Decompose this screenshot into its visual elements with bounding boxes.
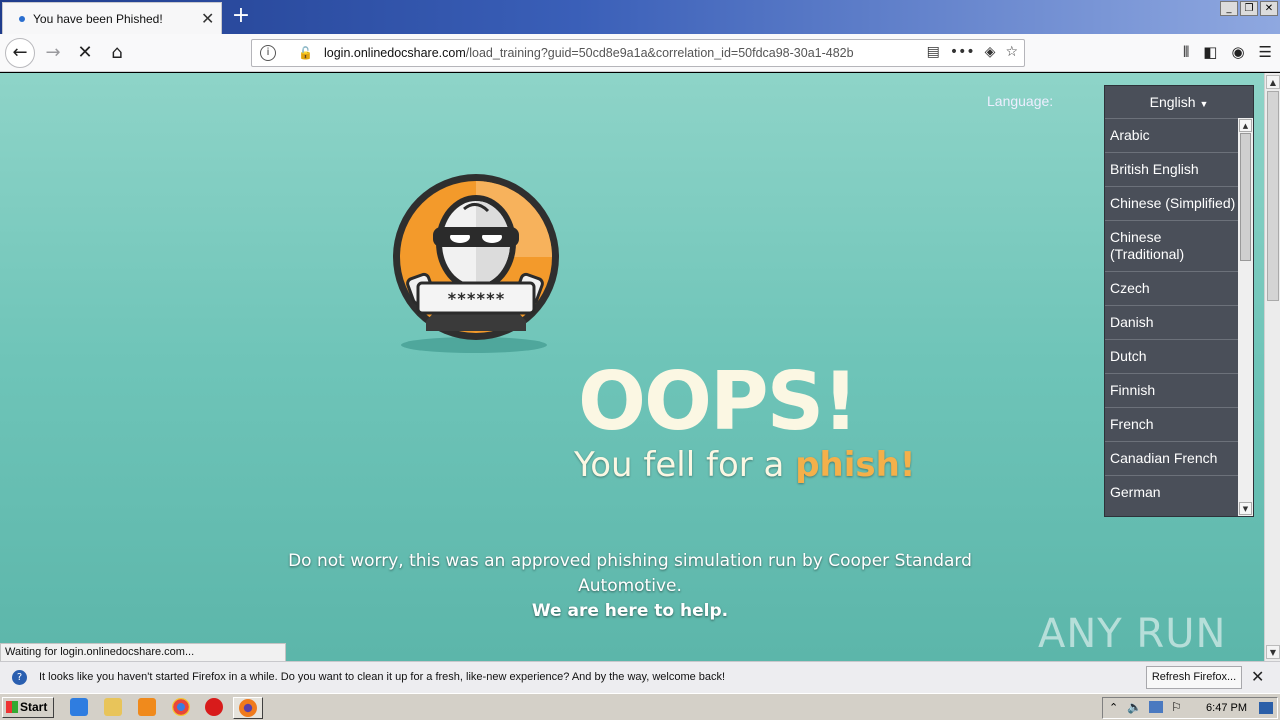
- url-bar[interactable]: i 🔓 login.onlinedocshare.com/load_traini…: [251, 39, 1025, 67]
- restore-button[interactable]: ❐: [1240, 1, 1258, 16]
- tab-strip: You have been Phished! ✕ + _ ❐ ✕: [0, 0, 1280, 34]
- scroll-down-icon[interactable]: ▼: [1239, 502, 1252, 515]
- scroll-up-icon[interactable]: ▲: [1239, 119, 1252, 132]
- language-list: Arabic British English Chinese (Simplifi…: [1105, 118, 1238, 518]
- new-tab-button[interactable]: +: [228, 3, 254, 29]
- volume-icon[interactable]: 🔈: [1127, 700, 1142, 714]
- language-option[interactable]: Dutch: [1105, 339, 1238, 373]
- tray-expand-icon[interactable]: ⌃: [1109, 701, 1118, 714]
- windows-flag-icon: [6, 701, 18, 713]
- insecure-lock-icon[interactable]: 🔓: [298, 46, 313, 60]
- scroll-down-icon[interactable]: ▼: [1266, 645, 1280, 659]
- language-option[interactable]: Canadian French: [1105, 441, 1238, 475]
- url-text[interactable]: login.onlinedocshare.com/load_training?g…: [324, 46, 869, 60]
- anyrun-watermark: ANY RUN: [1038, 611, 1227, 657]
- flag-icon[interactable]: ⚐: [1171, 700, 1182, 714]
- sidebar-icon[interactable]: ◧: [1203, 43, 1217, 61]
- scroll-thumb[interactable]: [1267, 91, 1279, 301]
- headline: OOPS!: [578, 355, 859, 448]
- status-text: Waiting for login.onlinedocshare.com...: [0, 643, 286, 662]
- back-button[interactable]: ←: [5, 38, 35, 68]
- description-block: Do not worry, this was an approved phish…: [260, 549, 1000, 624]
- mascot-password-text: ******: [447, 289, 505, 308]
- language-option[interactable]: German: [1105, 475, 1238, 509]
- show-desktop-icon[interactable]: [1259, 702, 1273, 714]
- library-icon[interactable]: ⫴: [1183, 43, 1189, 61]
- home-button[interactable]: ⌂: [103, 39, 131, 67]
- network-icon[interactable]: [1149, 701, 1163, 713]
- firefox-taskbar-button[interactable]: [233, 697, 263, 719]
- notification-bar: ? It looks like you haven't started Fire…: [0, 661, 1280, 693]
- menu-icon[interactable]: ☰: [1259, 43, 1272, 61]
- page-actions-icon[interactable]: •••: [950, 44, 975, 60]
- language-option[interactable]: Danish: [1105, 305, 1238, 339]
- minimize-button[interactable]: _: [1220, 1, 1238, 16]
- url-path: /load_training?guid=50cd8e9a1a&correlati…: [465, 46, 854, 60]
- taskbar: Start ⌃ 🔈 ⚐ 6:47 PM: [0, 693, 1280, 720]
- scroll-thumb[interactable]: [1240, 133, 1251, 261]
- subheadline-prefix: You fell for a: [574, 445, 796, 485]
- language-selected[interactable]: English ▼: [1105, 86, 1253, 118]
- tab-loading-icon: [19, 16, 25, 22]
- account-icon[interactable]: ◉: [1231, 43, 1244, 61]
- system-tray: ⌃ 🔈 ⚐ 6:47 PM: [1102, 697, 1278, 719]
- language-option[interactable]: French: [1105, 407, 1238, 441]
- language-option[interactable]: Arabic: [1105, 118, 1238, 152]
- url-actions: ▤ ••• ◈ ☆: [927, 44, 1018, 60]
- ie-icon[interactable]: [70, 698, 88, 716]
- start-button[interactable]: Start: [2, 697, 54, 718]
- tab-close-icon[interactable]: ✕: [201, 9, 214, 28]
- language-label: Language:: [987, 93, 1054, 109]
- language-option[interactable]: Chinese (Traditional): [1105, 220, 1238, 271]
- help-text: We are here to help.: [531, 601, 729, 621]
- language-list-scrollbar[interactable]: ▲ ▼: [1238, 118, 1253, 516]
- page-content: Language: English ▼ Arabic British Engli…: [0, 73, 1264, 661]
- language-selected-label: English: [1149, 94, 1196, 110]
- notification-close-icon[interactable]: ✕: [1251, 667, 1264, 686]
- subheadline: You fell for a phish!: [574, 445, 915, 485]
- language-dropdown[interactable]: English ▼ Arabic British English Chinese…: [1104, 85, 1254, 517]
- toolbar-right: ⫴ ◧ ◉ ☰: [1183, 43, 1272, 61]
- subheadline-highlight: phish!: [795, 445, 916, 485]
- stop-button[interactable]: ✕: [71, 39, 99, 67]
- question-icon: ?: [12, 670, 27, 685]
- refresh-firefox-button[interactable]: Refresh Firefox...: [1146, 666, 1242, 689]
- language-option[interactable]: Czech: [1105, 271, 1238, 305]
- site-info-icon[interactable]: i: [260, 45, 276, 61]
- description-text: Do not worry, this was an approved phish…: [288, 551, 972, 596]
- forward-button[interactable]: →: [39, 39, 67, 67]
- tab-title: You have been Phished!: [33, 12, 163, 26]
- notification-message: It looks like you haven't started Firefo…: [39, 671, 726, 683]
- opera-icon[interactable]: [205, 698, 223, 716]
- browser-tab[interactable]: You have been Phished! ✕: [2, 2, 222, 34]
- clock: 6:47 PM: [1206, 702, 1247, 714]
- bookmark-star-icon[interactable]: ☆: [1005, 44, 1018, 60]
- language-option[interactable]: British English: [1105, 152, 1238, 186]
- phisher-mascot-icon: ******: [393, 174, 559, 353]
- navigation-toolbar: ← → ✕ ⌂ i 🔓 login.onlinedocshare.com/loa…: [0, 34, 1280, 72]
- caret-down-icon: ▼: [1199, 99, 1209, 109]
- chrome-icon[interactable]: [172, 698, 190, 716]
- folder-icon[interactable]: [104, 698, 122, 716]
- url-host: login.onlinedocshare.com: [324, 46, 466, 60]
- reader-view-icon[interactable]: ▤: [927, 44, 940, 60]
- language-option[interactable]: Chinese (Simplified): [1105, 186, 1238, 220]
- scroll-up-icon[interactable]: ▲: [1266, 75, 1280, 89]
- pocket-icon[interactable]: ◈: [985, 44, 996, 60]
- start-label: Start: [20, 700, 48, 714]
- language-option[interactable]: Finnish: [1105, 373, 1238, 407]
- page-scrollbar[interactable]: ▲ ▼: [1264, 73, 1280, 661]
- firefox-icon: [239, 699, 257, 717]
- close-window-button[interactable]: ✕: [1260, 1, 1278, 16]
- media-player-icon[interactable]: [138, 698, 156, 716]
- window-controls: _ ❐ ✕: [1220, 1, 1278, 16]
